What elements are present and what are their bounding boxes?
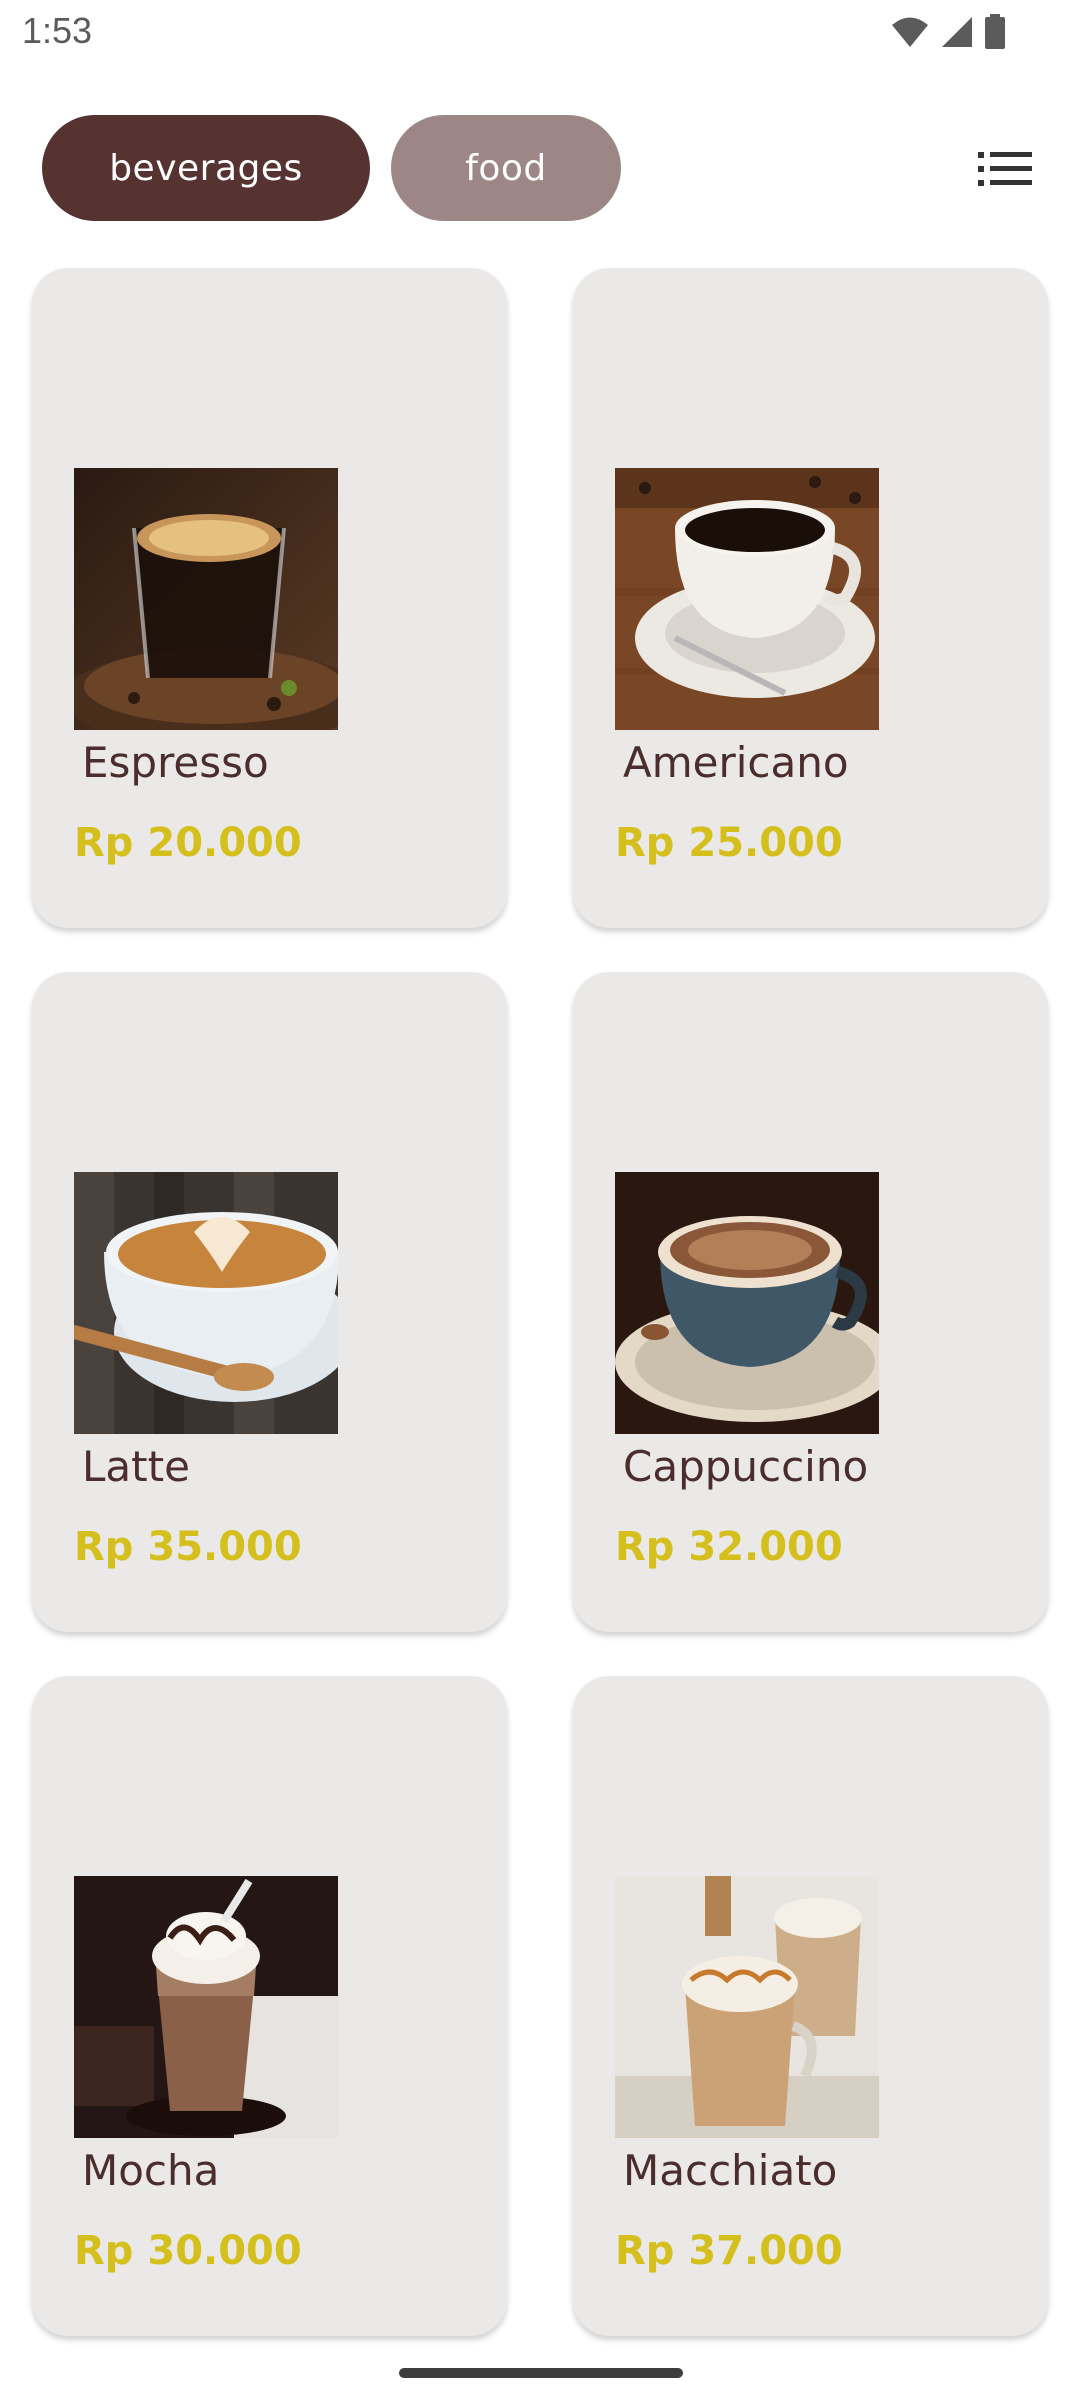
status-bar: 1:53 — [0, 0, 1080, 66]
macchiato-photo — [615, 1876, 879, 2138]
product-card-macchiato[interactable]: Macchiato Rp 37.000 — [573, 1676, 1048, 2336]
product-card-cappuccino[interactable]: Cappuccino Rp 32.000 — [573, 972, 1048, 1632]
cappuccino-photo — [615, 1172, 879, 1434]
americano-photo — [615, 468, 879, 730]
wifi-icon — [892, 17, 928, 47]
product-price: Rp 37.000 — [615, 2228, 843, 2274]
product-card-latte[interactable]: Latte Rp 35.000 — [32, 972, 507, 1632]
product-name: Americano — [623, 738, 849, 787]
product-name: Espresso — [82, 738, 269, 787]
category-beverages-button[interactable]: beverages — [42, 115, 370, 221]
mocha-photo — [74, 1876, 338, 2138]
product-name: Macchiato — [623, 2146, 838, 2195]
product-price: Rp 20.000 — [74, 820, 302, 866]
espresso-photo — [74, 468, 338, 730]
home-indicator[interactable] — [399, 2368, 683, 2378]
product-name: Cappuccino — [623, 1442, 869, 1491]
category-food-button[interactable]: food — [391, 115, 621, 221]
list-icon — [978, 152, 1032, 186]
status-icons — [890, 14, 1006, 50]
product-card-espresso[interactable]: Espresso Rp 20.000 — [32, 268, 507, 928]
product-price: Rp 30.000 — [74, 2228, 302, 2274]
app-screen: 1:53 beverages food Espresso Rp 20.000 A… — [0, 0, 1080, 2400]
battery-icon — [985, 14, 1005, 49]
status-time: 1:53 — [22, 10, 93, 51]
product-card-americano[interactable]: Americano Rp 25.000 — [573, 268, 1048, 928]
signal-icon — [942, 17, 972, 47]
product-name: Mocha — [82, 2146, 220, 2195]
latte-photo — [74, 1172, 338, 1434]
product-price: Rp 32.000 — [615, 1524, 843, 1570]
list-view-button[interactable] — [978, 146, 1036, 192]
product-price: Rp 35.000 — [74, 1524, 302, 1570]
product-card-mocha[interactable]: Mocha Rp 30.000 — [32, 1676, 507, 2336]
product-name: Latte — [82, 1442, 190, 1491]
product-price: Rp 25.000 — [615, 820, 843, 866]
